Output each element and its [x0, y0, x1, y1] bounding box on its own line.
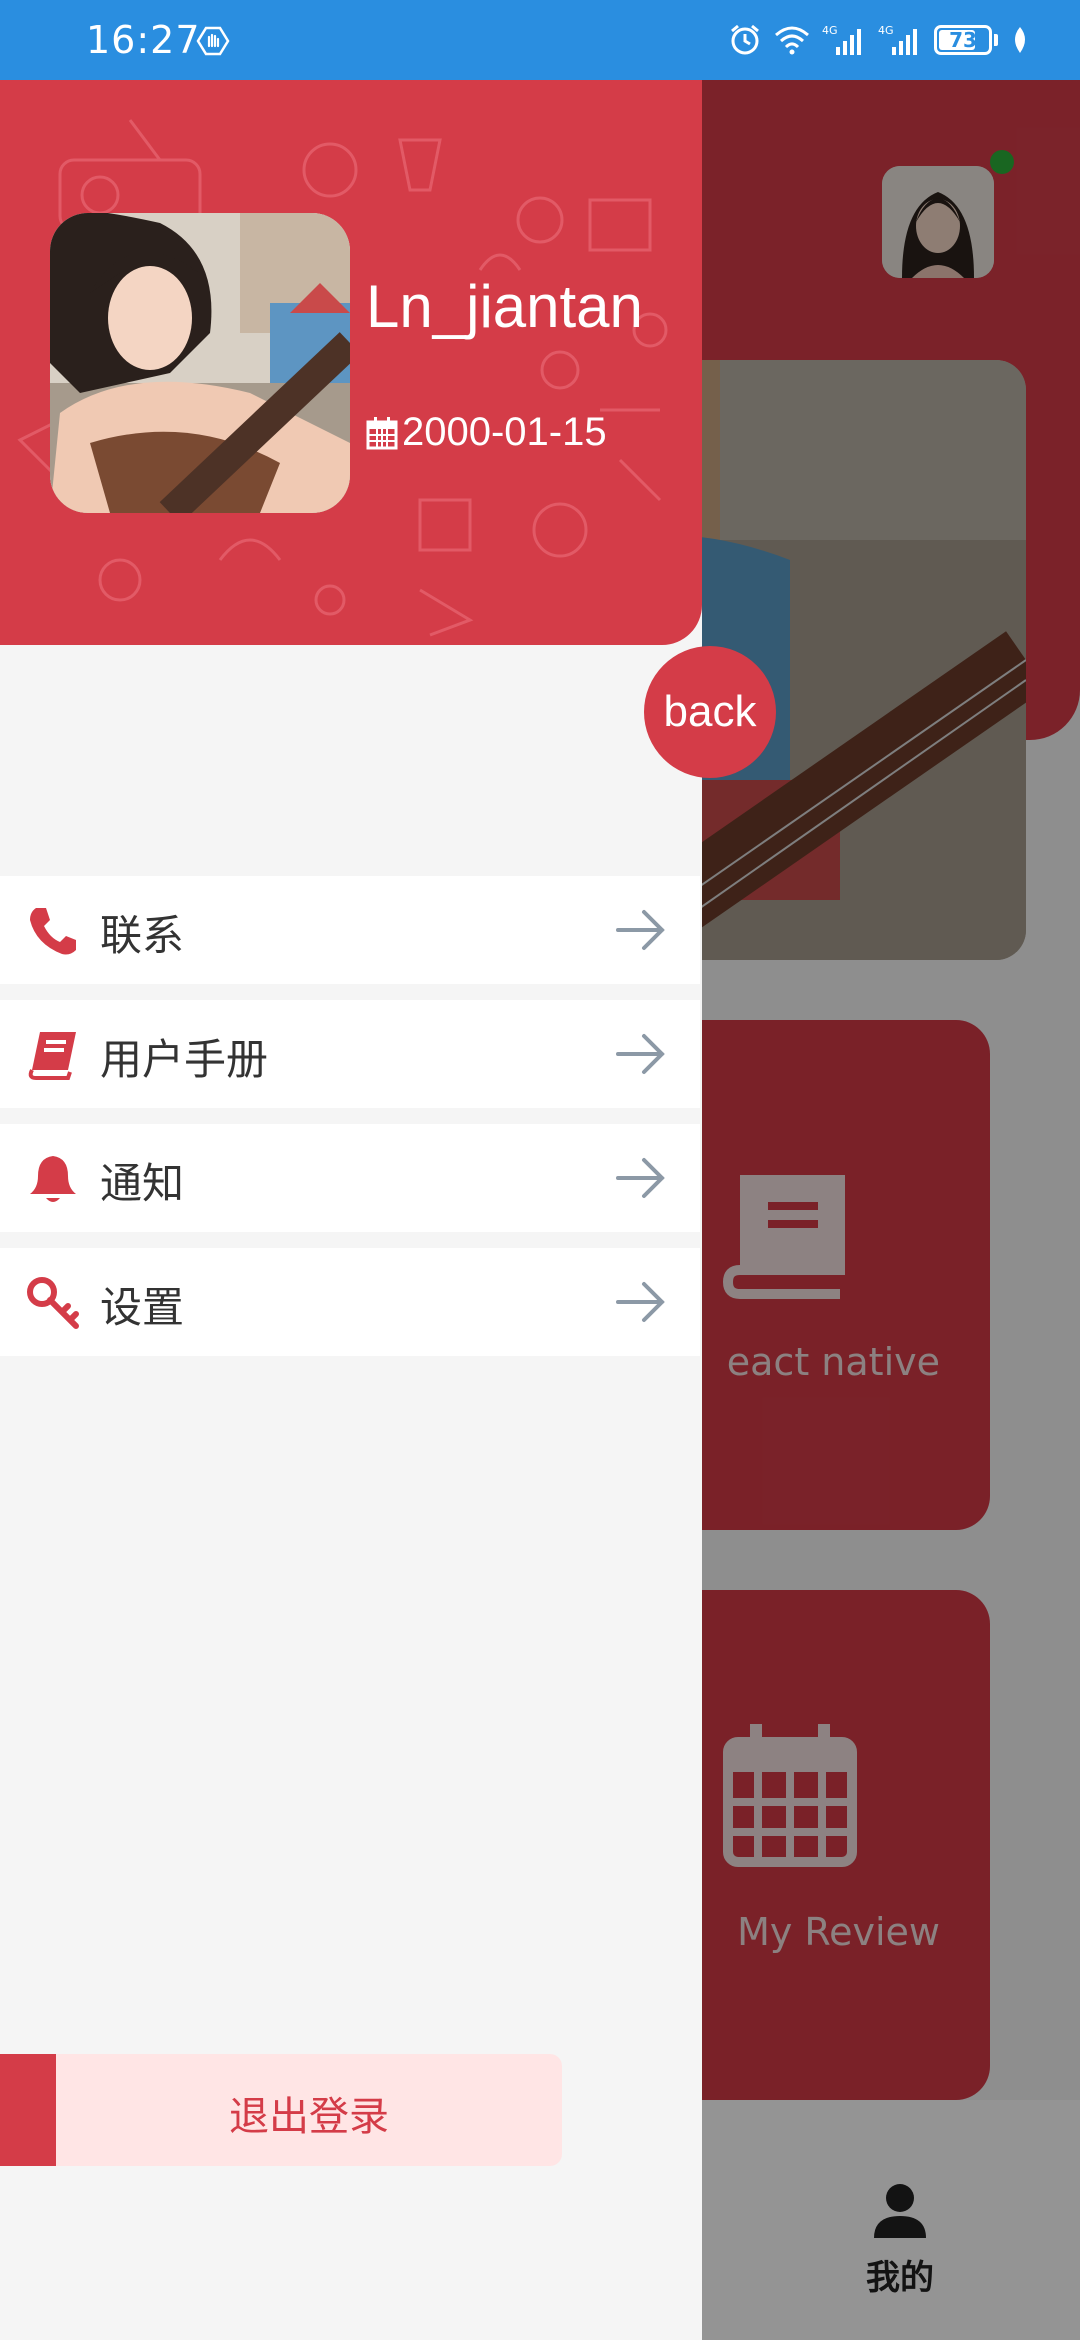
- svg-text:4G: 4G: [822, 24, 838, 37]
- status-icons: 4G 4G 73: [728, 20, 1030, 60]
- status-bar: 16:27 4G 4G 73: [0, 0, 1080, 80]
- logout-accent-bar: [0, 2054, 56, 2166]
- menu-item-user-manual[interactable]: 用户手册: [0, 1000, 700, 1108]
- side-drawer: Ln_jiantan 2000-01-15 联系 用户手册 通知 设置 退出登录: [0, 80, 702, 2340]
- signal-icon-2: 4G: [878, 24, 917, 55]
- phone-icon: [30, 908, 76, 955]
- menu-label-settings: 设置: [100, 1283, 185, 1332]
- menu-item-settings[interactable]: 设置: [0, 1248, 700, 1356]
- signal-icon: 4G: [822, 24, 861, 55]
- status-time: 16:27: [86, 18, 201, 62]
- menu-label-user-manual: 用户手册: [100, 1035, 269, 1084]
- profile-avatar[interactable]: [50, 213, 350, 513]
- arrow-right-icon: [616, 910, 665, 950]
- book-icon: [28, 1032, 76, 1080]
- logout-label: 退出登录: [229, 2094, 389, 2140]
- username: Ln_jiantan: [366, 273, 643, 340]
- menu-label-contact: 联系: [100, 911, 185, 960]
- menu-label-notification: 通知: [100, 1159, 185, 1208]
- battery-icon: 73: [934, 25, 992, 55]
- logout-button[interactable]: 退出登录: [0, 2054, 562, 2166]
- birthday-text: 2000-01-15: [402, 410, 607, 454]
- arrow-right-icon: [616, 1034, 665, 1074]
- back-button[interactable]: back: [644, 646, 776, 778]
- battery-level: 73: [949, 28, 977, 52]
- calendar-icon: [366, 416, 398, 449]
- menu-item-contact[interactable]: 联系: [0, 876, 700, 984]
- svg-text:4G: 4G: [878, 24, 894, 37]
- hand-icon: [196, 26, 230, 56]
- menu-item-notification[interactable]: 通知: [0, 1124, 700, 1232]
- alarm-icon: [731, 24, 759, 55]
- profile-header: Ln_jiantan 2000-01-15: [0, 80, 702, 645]
- birthday: 2000-01-15: [366, 410, 607, 455]
- key-icon: [27, 1277, 79, 1329]
- bell-icon: [30, 1156, 76, 1202]
- wifi-icon: [775, 26, 809, 55]
- leaf-icon: [1015, 27, 1025, 53]
- arrow-right-icon: [616, 1282, 665, 1322]
- arrow-right-icon: [616, 1158, 665, 1198]
